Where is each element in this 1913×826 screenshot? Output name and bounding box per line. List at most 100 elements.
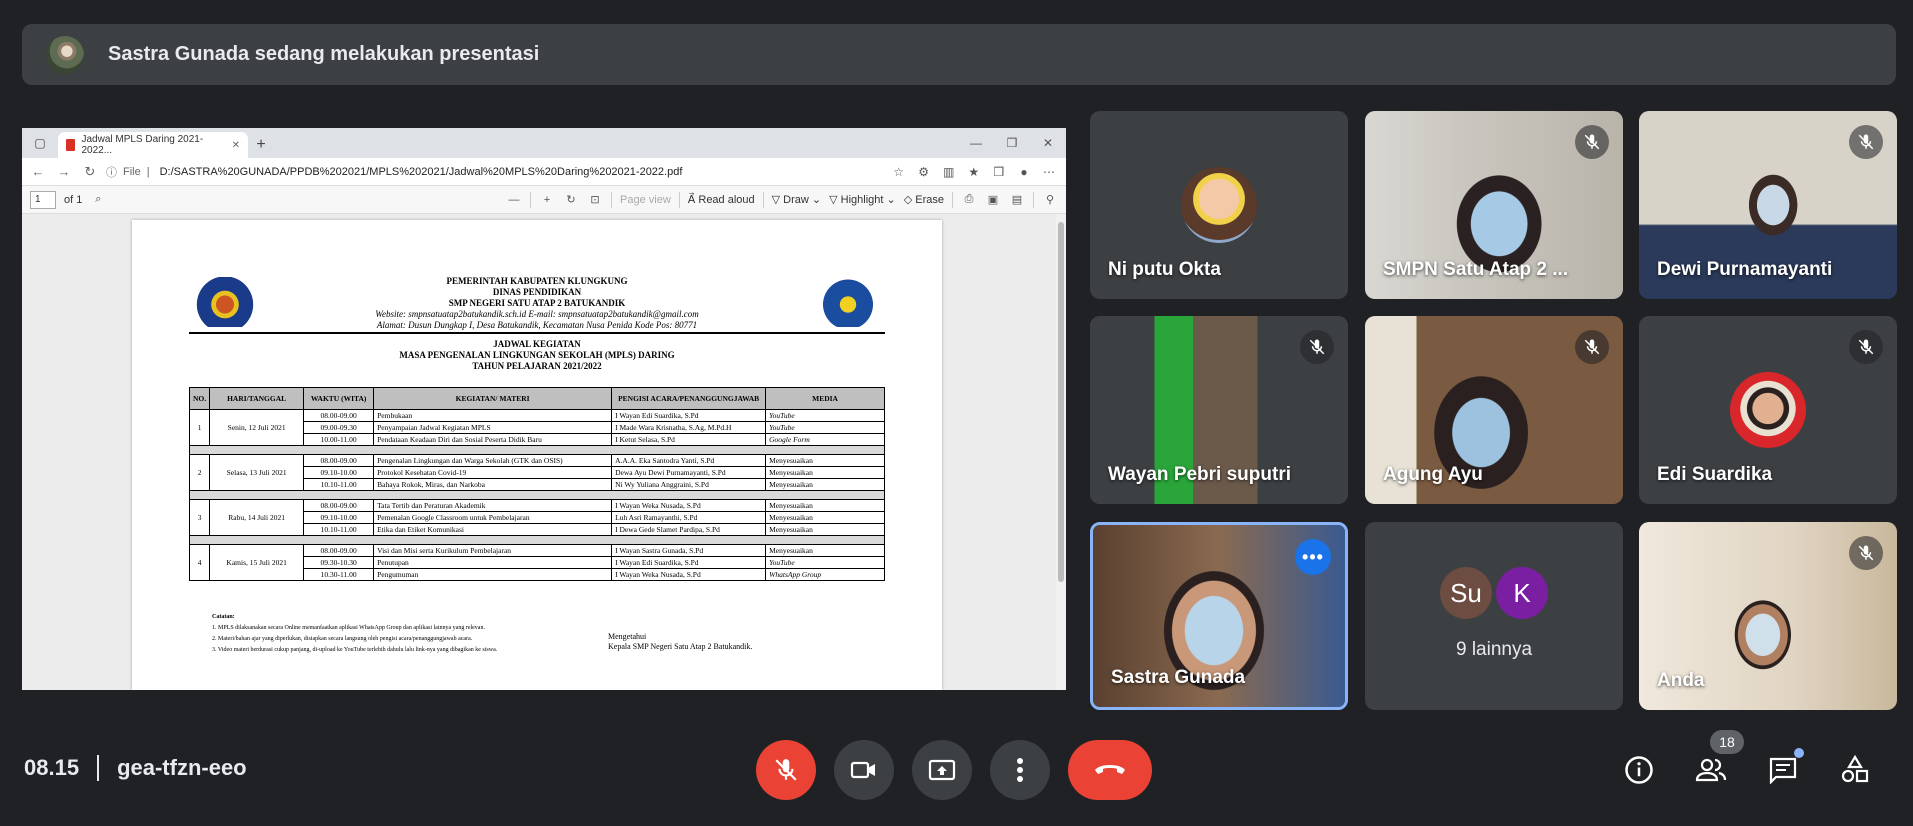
info-icon[interactable]: ⓘ: [106, 164, 117, 180]
page-view-button[interactable]: Page view: [620, 194, 671, 206]
participant-tile[interactable]: Dewi Purnamayanti: [1639, 111, 1897, 299]
read-aloud-button[interactable]: A⃗ Read aloud: [688, 193, 755, 206]
favorites-icon[interactable]: ★: [963, 165, 985, 179]
present-screen-button[interactable]: [912, 740, 972, 800]
erase-label: Erase: [915, 194, 944, 206]
mic-muted-icon: [1575, 125, 1609, 159]
minimize-icon[interactable]: —: [958, 136, 994, 150]
draw-button[interactable]: ▽ Draw ⌄: [772, 193, 821, 206]
pdf-scrollbar[interactable]: [1056, 214, 1066, 690]
avatar-initials: Su: [1440, 567, 1492, 619]
mic-toggle-button[interactable]: [756, 740, 816, 800]
participants-button[interactable]: [1689, 748, 1733, 792]
mic-muted-icon: [1849, 536, 1883, 570]
more-options-icon[interactable]: •••: [1295, 539, 1331, 575]
print-icon[interactable]: ⎙: [961, 193, 977, 206]
erase-button[interactable]: ◇ Erase: [904, 193, 944, 206]
highlight-label: Highlight: [840, 194, 884, 206]
table-spacer-cell: [189, 445, 885, 455]
fit-page-icon[interactable]: ⊡: [587, 193, 603, 206]
forward-icon[interactable]: →: [54, 164, 74, 179]
more-icon[interactable]: ⋯: [1038, 165, 1060, 179]
participant-tile[interactable]: SMPN Satu Atap 2 ...: [1365, 111, 1623, 299]
collections-icon[interactable]: ❒: [988, 165, 1010, 179]
notes-title: Catatan:: [212, 614, 235, 620]
save-icon[interactable]: ▣: [985, 193, 1001, 206]
cell-kegiatan: Pengenalan Lingkungan dan Warga Sekolah …: [373, 454, 613, 467]
cell-media: Menyesuaikan: [765, 544, 885, 557]
meeting-details-button[interactable]: [1617, 748, 1661, 792]
cell-kegiatan: Protokol Kesehatan Covid-19: [373, 466, 613, 479]
meeting-code[interactable]: gea-tfzn-eeo: [117, 755, 247, 781]
participant-name: Sastra Gunada: [1111, 667, 1246, 688]
document-title: JADWAL KEGIATAN MASA PENGENALAN LINGKUNG…: [132, 339, 942, 372]
participant-tile[interactable]: Ni putu Okta: [1090, 111, 1348, 299]
participant-name: Wayan Pebri suputri: [1108, 464, 1291, 485]
present-icon: [928, 759, 956, 781]
table-spacer-row: [189, 445, 885, 455]
camera-toggle-button[interactable]: [834, 740, 894, 800]
cell-waktu: 08.00-09.00: [303, 409, 375, 422]
restore-icon[interactable]: ❐: [994, 136, 1030, 150]
pin-icon[interactable]: ⚲: [1042, 193, 1058, 206]
cell-pengisi: I Wayan Sastra Gunada, S.Pd: [611, 544, 767, 557]
column-header: PENGISI ACARA/PENANGGUNGJAWAB: [611, 387, 767, 410]
cell-pengisi: I Wayan Edi Suardika, S.Pd: [611, 409, 767, 422]
more-vert-icon: [1017, 758, 1023, 782]
url-field[interactable]: D:/SASTRA%20GUNADA/PPDB%202021/MPLS%2020…: [160, 166, 882, 178]
presenter-avatar: [46, 35, 84, 74]
more-options-button[interactable]: [990, 740, 1050, 800]
back-icon[interactable]: ←: [28, 164, 48, 179]
cell-waktu: 09.10-10.00: [303, 466, 375, 479]
participant-tile-self[interactable]: Anda: [1639, 522, 1897, 710]
profile-icon[interactable]: ●: [1013, 165, 1035, 179]
refresh-icon[interactable]: ↻: [80, 164, 100, 180]
letterhead-website: Website: smpnsatuatap2batukandik.sch.id …: [375, 309, 699, 319]
close-tab-icon[interactable]: ✕: [232, 140, 240, 151]
tab-actions-icon[interactable]: ▢: [22, 128, 58, 158]
rotate-icon[interactable]: ↻: [563, 193, 579, 206]
meeting-info: 08.15 gea-tfzn-eeo: [24, 755, 247, 781]
scrollbar-thumb[interactable]: [1058, 222, 1064, 582]
save-as-icon[interactable]: ▤: [1009, 193, 1025, 206]
cell-kegiatan: Pembukaan: [373, 409, 613, 422]
page-number-input[interactable]: 1: [30, 190, 56, 209]
cell-pengisi: I Dewa Gede Slamet Pardipa, S.Pd: [611, 523, 767, 536]
shared-screen[interactable]: ▢ Jadwal MPLS Daring 2021-2022... ✕ + — …: [22, 128, 1066, 690]
participant-tile[interactable]: Wayan Pebri suputri: [1090, 316, 1348, 504]
extension-icon[interactable]: ⚙: [913, 165, 935, 179]
letterhead: PEMERINTAH KABUPATEN KLUNGKUNG DINAS PEN…: [132, 276, 942, 331]
browser-tabbar: ▢ Jadwal MPLS Daring 2021-2022... ✕ + — …: [22, 128, 1066, 158]
cell-no: 3: [188, 499, 211, 536]
signature-line: Kepala SMP Negeri Satu Atap 2 Batukandik…: [608, 642, 753, 651]
table-row: 3 Rabu, 14 Juli 2021 08.00-09.00 Tata Terti…: [188, 499, 885, 536]
participant-tile[interactable]: Edi Suardika: [1639, 316, 1897, 504]
participant-tile-active-speaker[interactable]: ••• Sastra Gunada: [1090, 522, 1348, 710]
search-icon[interactable]: ⌕: [90, 193, 106, 206]
cell-no: 1: [188, 409, 211, 446]
close-window-icon[interactable]: ✕: [1030, 136, 1066, 150]
new-tab-icon[interactable]: +: [248, 132, 274, 158]
others-tile[interactable]: Su K 9 lainnya: [1365, 522, 1623, 710]
zoom-in-icon[interactable]: +: [539, 194, 555, 206]
cell-waktu: 10.10-11.00: [303, 523, 375, 536]
cell-media: Menyesuaikan: [765, 478, 885, 491]
highlight-button[interactable]: ▽ Highlight ⌄: [829, 193, 896, 206]
document-title-line: JADWAL KEGIATAN: [493, 339, 581, 349]
hangup-icon: [1095, 765, 1125, 774]
zoom-out-icon[interactable]: —: [506, 194, 522, 206]
pdf-viewer[interactable]: PEMERINTAH KABUPATEN KLUNGKUNG DINAS PEN…: [22, 214, 1066, 690]
favorite-add-icon[interactable]: ☆: [888, 165, 910, 179]
letterhead-line: SMP NEGERI SATU ATAP 2 BATUKANDIK: [448, 298, 626, 308]
split-screen-icon[interactable]: ▥: [938, 165, 960, 179]
browser-tab[interactable]: Jadwal MPLS Daring 2021-2022... ✕: [58, 132, 248, 158]
cell-pengisi: I Ketut Selasa, S.Pd: [611, 433, 767, 446]
meeting-time: 08.15: [24, 755, 80, 780]
participant-name: Ni putu Okta: [1108, 259, 1221, 280]
participant-tile[interactable]: Agung Ayu: [1365, 316, 1623, 504]
document-title-line: MASA PENGENALAN LINGKUNGAN SEKOLAH (MPLS…: [399, 350, 675, 360]
activities-button[interactable]: [1833, 748, 1877, 792]
cell-media: Menyesuaikan: [765, 499, 885, 512]
letterhead-line: PEMERINTAH KABUPATEN KLUNGKUNG: [446, 276, 628, 286]
leave-call-button[interactable]: [1068, 740, 1152, 800]
